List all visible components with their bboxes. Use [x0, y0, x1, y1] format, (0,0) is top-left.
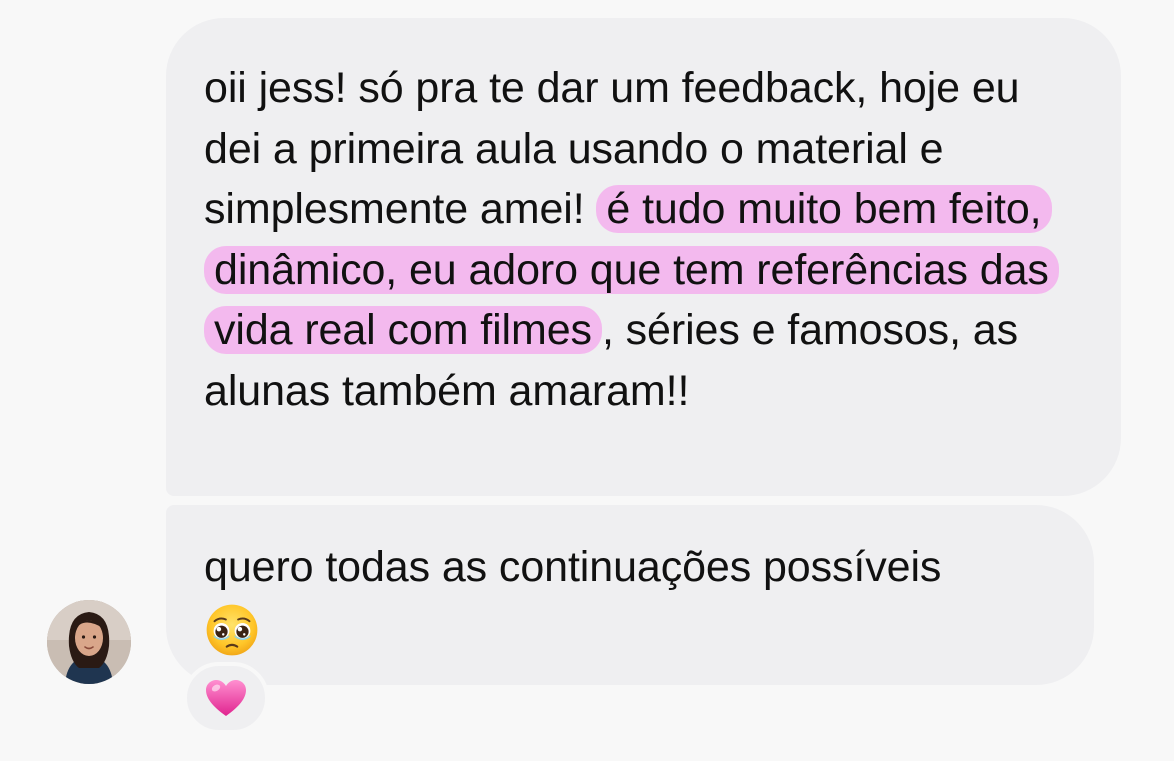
message-bubble-1[interactable]: oii jess! só pra te dar um feedback, hoj…	[166, 18, 1121, 496]
avatar-photo-icon	[47, 600, 131, 684]
message-text-2: quero todas as continuações possíveis	[204, 537, 1054, 666]
avatar[interactable]	[47, 600, 131, 684]
pink-heart-icon	[206, 680, 246, 716]
pleading-face-emoji-icon	[206, 604, 258, 655]
message-text-1: oii jess! só pra te dar um feedback, hoj…	[204, 58, 1081, 421]
reaction-badge[interactable]	[183, 662, 269, 734]
message-bubble-2[interactable]: quero todas as continuações possíveis	[166, 505, 1094, 685]
message-text: quero todas as continuações possíveis	[204, 543, 942, 591]
